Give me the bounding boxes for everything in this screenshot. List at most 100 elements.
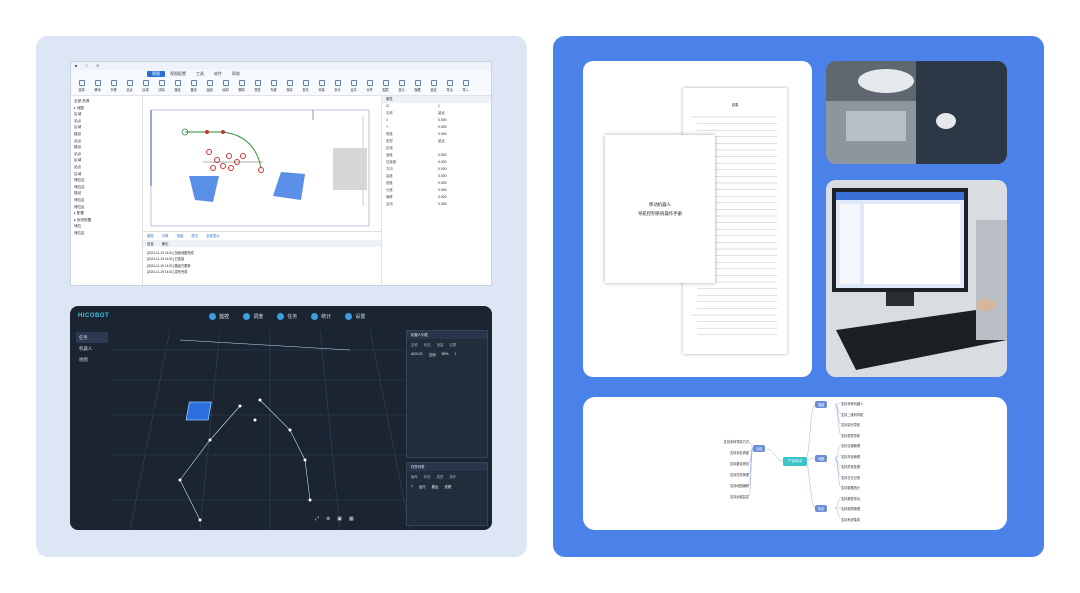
- sidebar-item[interactable]: 机器人: [76, 343, 108, 354]
- property-value[interactable]: 站点: [438, 110, 445, 117]
- tree-item[interactable]: 路径: [74, 144, 139, 151]
- ribbon-button[interactable]: 区域: [139, 80, 152, 92]
- tree-item[interactable]: ▸ 地图: [74, 105, 139, 112]
- tree-item[interactable]: 站点: [74, 118, 139, 125]
- tree-item[interactable]: 区域: [74, 157, 139, 164]
- ribbon-label: 显示: [398, 88, 405, 92]
- robot-tab[interactable]: 任务: [277, 312, 297, 320]
- robot-tab[interactable]: 统计: [311, 312, 331, 320]
- sidebar-item[interactable]: 任务: [76, 332, 108, 343]
- grid-icon[interactable]: ▦: [349, 516, 354, 522]
- ribbon-button[interactable]: 站点: [123, 80, 136, 92]
- tree-item[interactable]: 站点: [74, 164, 139, 171]
- property-value[interactable]: 0.000: [438, 194, 447, 201]
- ribbon-button[interactable]: 清除: [155, 80, 168, 92]
- tab-label: 调度: [253, 313, 264, 320]
- property-value[interactable]: 0.000: [438, 201, 447, 208]
- 3d-scene[interactable]: [110, 330, 410, 530]
- ribbon-button[interactable]: 布置: [267, 80, 280, 92]
- property-value[interactable]: 0.500: [438, 152, 447, 159]
- ribbon-button[interactable]: 绘制: [219, 80, 232, 92]
- ribbon-button[interactable]: 拆分: [331, 80, 344, 92]
- fullscreen-icon[interactable]: ⤢: [315, 516, 319, 522]
- property-value[interactable]: 0.000: [438, 173, 447, 180]
- property-key: 名称: [386, 111, 393, 115]
- map-tool[interactable]: 测量: [177, 233, 184, 238]
- mindmap-leaf: 支持视觉导航: [841, 433, 861, 438]
- tree-item[interactable]: ▸ 配置: [74, 210, 139, 217]
- ribbon-button[interactable]: 移动: [91, 80, 104, 92]
- tab-icon: [209, 312, 217, 320]
- ribbon-button[interactable]: 属性: [251, 80, 264, 92]
- ribbon-label: 属性: [254, 88, 261, 92]
- property-value[interactable]: 0.000: [438, 124, 447, 131]
- ribbon-button[interactable]: 路径: [171, 80, 184, 92]
- tree-item[interactable]: 区域: [74, 124, 139, 131]
- ribbon-button[interactable]: 导入: [459, 80, 472, 92]
- property-value[interactable]: 0.000: [438, 159, 447, 166]
- map-tool[interactable]: 平移: [162, 233, 169, 238]
- ribbon-button[interactable]: 发布: [299, 80, 312, 92]
- ribbon-button[interactable]: 直线: [187, 80, 200, 92]
- tree-item[interactable]: 储位区: [74, 197, 139, 204]
- property-value[interactable]: 0.000: [438, 166, 447, 173]
- tree-item[interactable]: 站点: [74, 138, 139, 145]
- menu-item-2[interactable]: 工具: [191, 71, 209, 77]
- ribbon-button[interactable]: 删除: [235, 80, 248, 92]
- menu-item-0[interactable]: 视图: [147, 71, 165, 77]
- map-tool[interactable]: 全部显示: [206, 233, 220, 238]
- ribbon-button[interactable]: 合并: [347, 80, 360, 92]
- robot-tab[interactable]: 调度: [243, 312, 264, 320]
- ribbon-button[interactable]: 曲线: [203, 80, 216, 92]
- tree-item[interactable]: 储位区: [74, 230, 139, 237]
- tab-label: 监控: [219, 313, 230, 320]
- task-list-row[interactable]: 1 运行 搬运 查看: [407, 482, 487, 491]
- property-value[interactable]: 1: [438, 103, 440, 110]
- map-tool[interactable]: 居中: [191, 233, 198, 238]
- log-tab[interactable]: 信息: [147, 241, 154, 246]
- tree-item[interactable]: 区域: [74, 171, 139, 178]
- map-tool[interactable]: 缩放: [147, 233, 154, 238]
- tree-item[interactable]: 站点: [74, 151, 139, 158]
- ribbon-button[interactable]: 导出: [443, 80, 456, 92]
- robot-list-row[interactable]: AGV-01 空闲 85% 1: [407, 350, 487, 359]
- property-value[interactable]: 0.000: [438, 180, 447, 187]
- ribbon-button[interactable]: 图层: [379, 80, 392, 92]
- ribbon-button[interactable]: 对齐: [363, 80, 376, 92]
- ribbon-button[interactable]: 选择: [75, 80, 88, 92]
- column-header: 电量: [436, 343, 444, 347]
- ribbon-button[interactable]: 平移: [107, 80, 120, 92]
- tree-item[interactable]: 路径: [74, 190, 139, 197]
- zoom-icon[interactable]: ⊕: [326, 516, 330, 522]
- tree-item[interactable]: ▸ 系统配置: [74, 217, 139, 224]
- ribbon-button[interactable]: 隐藏: [411, 80, 424, 92]
- property-row: 区域: [382, 145, 491, 152]
- log-tab[interactable]: 输出: [162, 241, 169, 246]
- property-value[interactable]: 0.000: [438, 187, 447, 194]
- ribbon-button[interactable]: 锁定: [427, 80, 440, 92]
- property-value[interactable]: 0.000: [438, 131, 447, 138]
- menu-item-4[interactable]: 帮助: [227, 71, 245, 77]
- ribbon-button[interactable]: 显示: [395, 80, 408, 92]
- ribbon-button[interactable]: 保存: [283, 80, 296, 92]
- tree-item[interactable]: 储位区: [74, 184, 139, 191]
- robot-tab[interactable]: 监控: [209, 312, 230, 320]
- map-toolbar: 缩放 平移 测量 居中 全部显示: [143, 231, 381, 239]
- tree-item[interactable]: 储位区: [74, 177, 139, 184]
- tree-item[interactable]: 储位区: [74, 204, 139, 211]
- ribbon-button[interactable]: 测量: [315, 80, 328, 92]
- map-canvas[interactable]: [143, 96, 381, 231]
- robot-tab[interactable]: 设置: [345, 312, 365, 320]
- ribbon-tool-icon: [366, 80, 373, 86]
- sidebar-item[interactable]: 地图: [76, 354, 108, 365]
- tree-item[interactable]: 路径: [74, 131, 139, 138]
- lock-icon[interactable]: ▣: [337, 516, 342, 522]
- menu-item-1[interactable]: 视图配置: [165, 71, 191, 77]
- property-value[interactable]: 站点: [438, 138, 445, 145]
- tree-item[interactable]: 储位: [74, 223, 139, 230]
- ribbon-tool-icon: [110, 80, 117, 86]
- property-value[interactable]: 0.000: [438, 117, 447, 124]
- menu-item-3[interactable]: 软件: [209, 71, 227, 77]
- tree-item[interactable]: 全部 资源: [74, 98, 139, 105]
- tree-item[interactable]: 区域: [74, 111, 139, 118]
